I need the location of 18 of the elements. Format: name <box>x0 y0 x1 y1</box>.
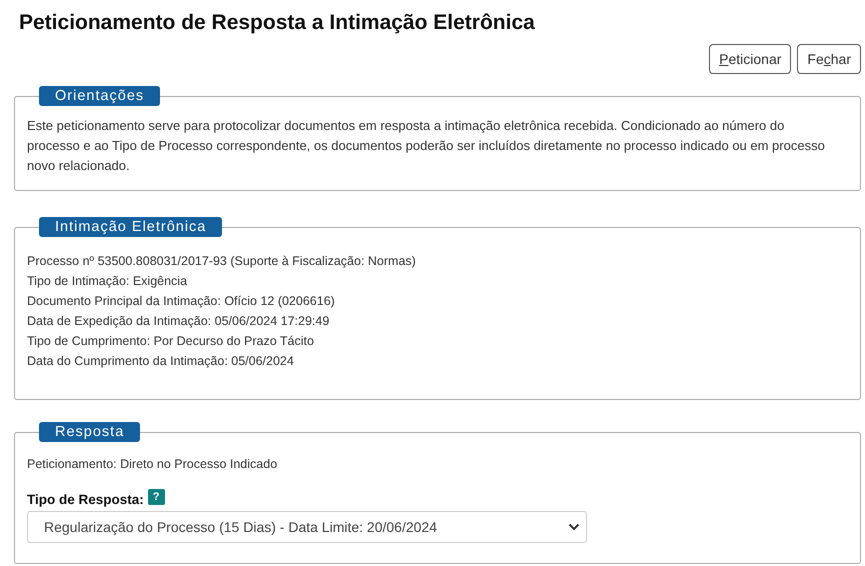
detail-line: Documento Principal da Intimação: Ofício 12 (0206616) <box>27 293 336 310</box>
section-legend: Intimação Eletrônica <box>39 217 222 237</box>
section-legend: Resposta <box>39 422 140 442</box>
field-label: Tipo de Resposta: <box>27 492 144 507</box>
help-button[interactable]: ? <box>148 488 165 504</box>
detail-line: Data do Cumprimento da Intimação: 05/06/2024 <box>27 353 295 370</box>
detail-line: Tipo de Cumprimento: Por Decurso do Prazo Tácito <box>27 333 315 350</box>
section-legend: Orientações <box>39 86 160 106</box>
detail-line: Data de Expedição da Intimação: 05/06/2024 17:29:49 <box>27 313 330 330</box>
chevron-down-icon <box>568 523 580 531</box>
petition-type-text: Peticionamento: Direto no Processo Indicado <box>27 456 278 473</box>
detail-line: Processo nº 53500.808031/2017-93 (Suporte à Fiscalização: Normas) <box>27 253 417 270</box>
response-type-select[interactable]: Regularização do Processo (15 Dias) - Data Limite: 20/06/2024 <box>27 511 587 543</box>
detail-line: Tipo de Intimação: Exigência <box>27 273 188 290</box>
action-button[interactable]: Peticionar <box>709 44 792 74</box>
action-button[interactable]: Fechar <box>797 44 861 74</box>
page-title: Peticionamento de Resposta a Intimação Eletrônica <box>19 11 536 35</box>
instructions-text: Este peticionamento serve para protocolizar documentos em resposta a intimação eletrônica recebida. Condicionado ao número do processo e ao Tipo de Processo correspondente, os documentos poderão ser incluídos diretamente no processo indicado ou em processo novo relacionado. <box>27 117 826 175</box>
